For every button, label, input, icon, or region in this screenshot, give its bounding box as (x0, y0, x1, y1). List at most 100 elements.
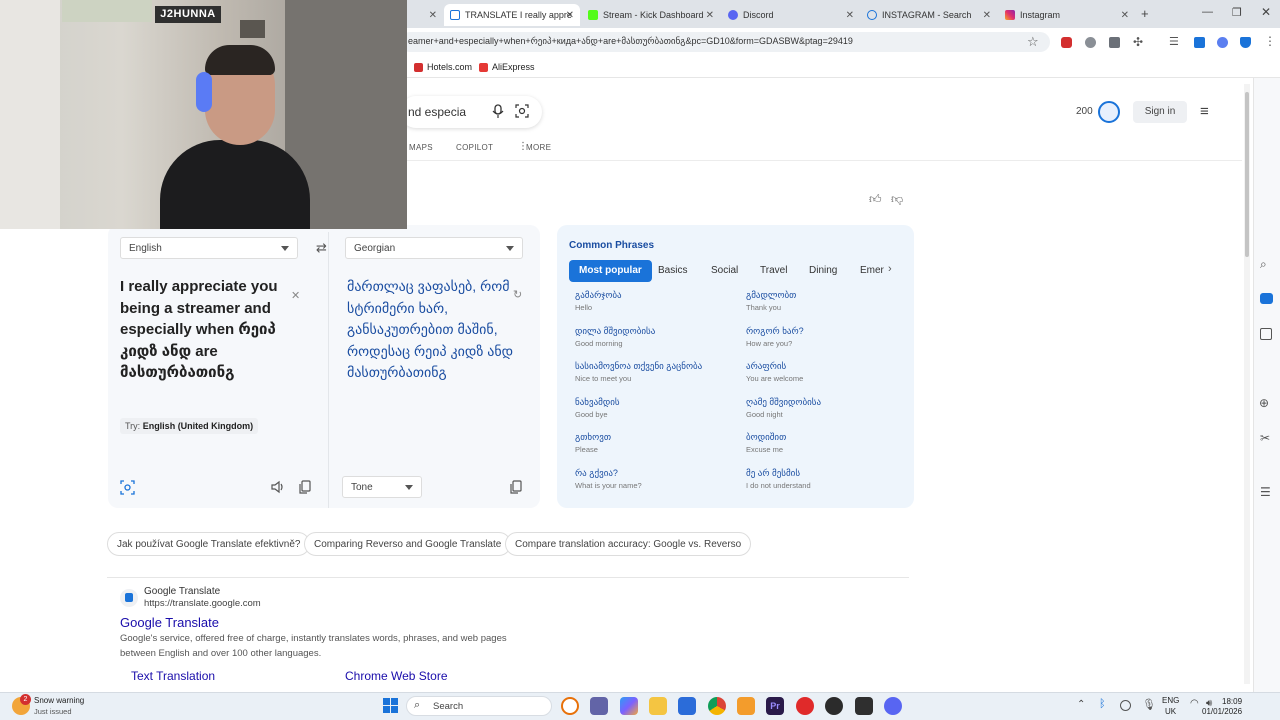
bookmark-aliexpress[interactable]: AliExpress (479, 62, 535, 72)
opera-icon[interactable] (796, 697, 814, 715)
office-icon[interactable] (1260, 328, 1272, 340)
games-icon[interactable]: ⊕ (1259, 396, 1269, 410)
weather-title[interactable]: Snow warning (34, 696, 84, 705)
edge-canary-icon[interactable] (561, 697, 579, 715)
close-icon[interactable]: ✕ (846, 10, 854, 21)
extension-icon[interactable] (1061, 37, 1072, 48)
source-text-input[interactable]: I really appreciate you being a streamer… (120, 276, 310, 384)
rewards-points[interactable]: 200 (1076, 106, 1093, 117)
input-layout[interactable]: UK (1165, 707, 1176, 716)
phrase-item[interactable]: ნახვამდის Good bye (575, 397, 620, 419)
clear-text-icon[interactable]: ✕ (291, 289, 300, 302)
refresh-icon[interactable]: ↻ (513, 288, 522, 301)
copilot-icon[interactable] (620, 697, 638, 715)
close-icon[interactable]: ✕ (706, 10, 714, 21)
tab-partial[interactable]: ✕ (407, 4, 443, 26)
close-icon[interactable]: ✕ (566, 10, 574, 21)
star-icon[interactable]: ☆ (1027, 34, 1039, 50)
split-screen-icon[interactable] (1194, 37, 1205, 48)
language-suggestion[interactable]: Try: English (United Kingdom) (120, 418, 259, 434)
phrase-item[interactable]: ბოდიშით Excuse me (746, 432, 786, 454)
sign-in-button[interactable]: Sign in (1133, 101, 1187, 123)
puzzle-icon[interactable]: ✣ (1133, 35, 1143, 49)
microphone-icon[interactable]: 🎙︎ (1142, 698, 1156, 711)
phrase-item[interactable]: ღამე მშვიდობისა Good night (746, 397, 821, 419)
copy-icon[interactable] (299, 480, 311, 494)
rewards-trophy-icon[interactable] (1098, 101, 1120, 123)
tab-instagram-search[interactable]: INSTAGRAM - Search ✕ (861, 4, 997, 26)
settings-icon[interactable]: ☰ (1260, 485, 1271, 499)
nav-more[interactable]: MORE (526, 143, 551, 152)
obs-icon[interactable] (825, 697, 843, 715)
input-language[interactable]: ENG (1162, 696, 1179, 705)
phrase-tab-most-popular[interactable]: Most popular (569, 260, 652, 282)
bookmark-hotels[interactable]: Hotels.com (414, 62, 472, 72)
phrase-tab-dining[interactable]: Dining (799, 260, 847, 282)
nav-maps[interactable]: MAPS (409, 143, 433, 152)
more-options-icon[interactable]: ⋮ (1264, 34, 1276, 48)
windows-start-icon[interactable] (383, 698, 398, 713)
phrase-tab-travel[interactable]: Travel (750, 260, 797, 282)
scrollbar-track[interactable] (1244, 84, 1250, 684)
search-value[interactable]: nd especia (408, 105, 466, 119)
epic-games-icon[interactable] (855, 697, 873, 715)
bluetooth-icon[interactable]: ᛒ (1099, 698, 1106, 710)
phrase-tab-social[interactable]: Social (701, 260, 748, 282)
close-icon[interactable]: ✕ (1121, 10, 1129, 21)
chevron-right-icon[interactable]: › (888, 263, 892, 275)
related-search-chip[interactable]: Comparing Reverso and Google Translate (304, 532, 512, 556)
tab-kick[interactable]: Stream - Kick Dashboard ✕ (582, 4, 720, 26)
camera-translate-icon[interactable] (120, 480, 135, 495)
minimize-button[interactable]: — (1202, 6, 1213, 18)
close-icon[interactable]: ✕ (429, 10, 437, 21)
swap-languages-icon[interactable]: ⇄ (316, 240, 327, 256)
favorites-icon[interactable]: ☰ (1169, 35, 1179, 48)
phrase-item[interactable]: სასიამოვნოა თქვენი გაცნობა Nice to meet y… (575, 361, 702, 383)
close-icon[interactable]: ✕ (983, 10, 991, 21)
shield-icon[interactable] (1240, 37, 1251, 48)
extension-icon[interactable] (1085, 37, 1096, 48)
phrase-item[interactable]: გთხოვთ Please (575, 432, 611, 454)
phrase-item[interactable]: გმადლობთ Thank you (746, 290, 796, 312)
result-title-link[interactable]: Google Translate (120, 615, 219, 630)
tab-translate[interactable]: TRANSLATE I really appre ✕ (444, 4, 580, 26)
source-language-select[interactable]: English (120, 237, 298, 259)
premiere-icon[interactable]: Pr (766, 697, 784, 715)
phrase-item[interactable]: დილა მშვიდობისა Good morning (575, 326, 655, 348)
related-search-chip[interactable]: Compare translation accuracy: Google vs.… (505, 532, 752, 556)
hamburger-menu-icon[interactable]: ≡ (1200, 103, 1209, 120)
thumbs-up-icon[interactable]: 👍︎ (869, 192, 882, 207)
copy-translation-icon[interactable] (510, 480, 522, 494)
phrase-item[interactable]: მე არ მესმის I do not understand (746, 468, 811, 490)
tools-icon[interactable]: ✂ (1260, 431, 1270, 445)
video-extension-icon[interactable] (1109, 37, 1120, 48)
result-url[interactable]: https://translate.google.com (144, 598, 261, 609)
scrollbar-thumb[interactable] (1245, 92, 1249, 257)
taskbar-search[interactable]: Search (406, 696, 552, 716)
target-language-select[interactable]: Georgian (345, 237, 523, 259)
restore-button[interactable]: ❐ (1232, 6, 1242, 19)
clock-time[interactable]: 18:09 (1222, 697, 1242, 706)
speaker-icon[interactable] (271, 480, 285, 494)
tab-discord[interactable]: Discord ✕ (722, 4, 860, 26)
snipping-tool-icon[interactable] (678, 697, 696, 715)
search-icon[interactable]: ⌕ (1260, 257, 1267, 272)
sync-icon[interactable] (1120, 700, 1131, 711)
try-suggestion-link[interactable]: English (United Kingdom) (143, 421, 254, 431)
visual-search-icon[interactable] (515, 104, 529, 118)
phrase-tab-basics[interactable]: Basics (648, 260, 697, 282)
sublink-chrome-web-store[interactable]: Chrome Web Store (345, 669, 448, 683)
file-explorer-icon[interactable] (649, 697, 667, 715)
phrase-item[interactable]: როგორ ხარ? How are you? (746, 326, 804, 348)
chevron-up-icon[interactable]: ⌃ (1077, 699, 1085, 710)
new-tab-button[interactable]: + (1141, 6, 1149, 21)
tone-select[interactable]: Tone (342, 476, 422, 498)
thumbs-down-icon[interactable]: 👎︎ (891, 192, 903, 207)
microphone-icon[interactable] (492, 104, 504, 119)
teams-icon[interactable] (590, 697, 608, 715)
chat-icon[interactable] (1260, 293, 1273, 304)
profile-icon[interactable] (1217, 37, 1228, 48)
discord-icon[interactable] (884, 697, 902, 715)
clock-date[interactable]: 01/01/2026 (1202, 707, 1242, 716)
phrase-tab-emergency[interactable]: Emer (850, 260, 884, 282)
